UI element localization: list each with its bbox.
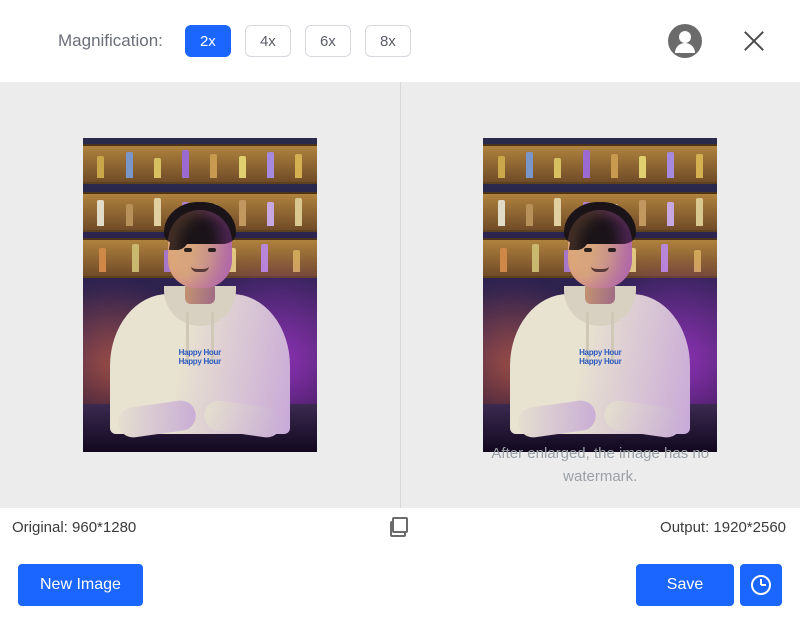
magnification-options: 2x 4x 6x 8x [185, 25, 411, 57]
compare-icon[interactable] [390, 518, 408, 536]
save-button[interactable]: Save [636, 564, 734, 606]
close-icon[interactable] [742, 29, 766, 53]
output-resolution: Output: 1920*2560 [419, 519, 786, 536]
magnification-label: Magnification: [58, 31, 163, 51]
save-group: Save [636, 564, 782, 606]
preview-area: Happy HourHappy Hour [0, 82, 800, 508]
user-account-icon[interactable] [668, 24, 702, 58]
resolution-info-bar: Original: 960*1280 Output: 1920*2560 [0, 508, 800, 546]
output-image: Happy HourHappy Hour [483, 138, 717, 452]
magnification-2x[interactable]: 2x [185, 25, 231, 57]
magnification-6x[interactable]: 6x [305, 25, 351, 57]
clock-icon [751, 575, 771, 595]
header-bar: Magnification: 2x 4x 6x 8x [0, 0, 800, 82]
original-image: Happy HourHappy Hour [83, 138, 317, 452]
original-pane: Happy HourHappy Hour [0, 82, 400, 508]
footer-bar: New Image Save [0, 546, 800, 628]
hoodie-text: Happy Hour [179, 348, 221, 357]
original-resolution: Original: 960*1280 [12, 519, 379, 536]
history-button[interactable] [740, 564, 782, 606]
upscaler-window: Magnification: 2x 4x 6x 8x [0, 0, 800, 628]
magnification-8x[interactable]: 8x [365, 25, 411, 57]
magnification-4x[interactable]: 4x [245, 25, 291, 57]
output-pane: Happy HourHappy Hour After enlarged, the… [401, 82, 800, 508]
new-image-button[interactable]: New Image [18, 564, 143, 606]
